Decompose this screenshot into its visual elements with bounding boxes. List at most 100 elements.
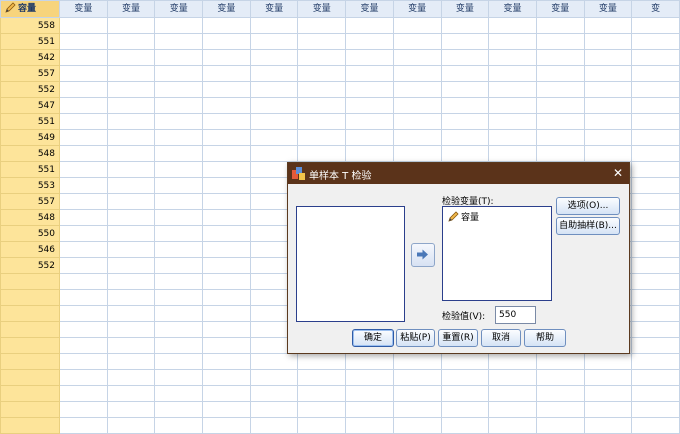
cell[interactable] xyxy=(202,337,251,354)
cell-first-column[interactable]: 549 xyxy=(0,129,60,146)
cell[interactable] xyxy=(631,129,680,146)
cell[interactable] xyxy=(154,81,204,98)
cell[interactable] xyxy=(202,209,251,226)
cell[interactable] xyxy=(583,17,633,34)
cell[interactable] xyxy=(631,49,680,66)
cell[interactable] xyxy=(249,17,299,34)
cell[interactable] xyxy=(59,65,108,82)
cell[interactable] xyxy=(59,97,108,114)
cell[interactable] xyxy=(297,33,347,50)
paste-button[interactable]: 粘贴(P) xyxy=(396,329,435,347)
cell[interactable] xyxy=(440,401,490,418)
cell[interactable] xyxy=(59,17,108,34)
cell[interactable] xyxy=(535,49,585,66)
cell[interactable] xyxy=(202,161,251,178)
cell[interactable] xyxy=(202,369,251,386)
cell[interactable] xyxy=(583,65,633,82)
cell[interactable] xyxy=(631,337,680,354)
cell[interactable] xyxy=(59,321,108,338)
cell[interactable] xyxy=(535,129,585,146)
cell-first-column[interactable]: 548 xyxy=(0,209,60,226)
cell[interactable] xyxy=(154,177,204,194)
cell[interactable] xyxy=(631,321,680,338)
cell[interactable] xyxy=(345,385,394,402)
cell[interactable] xyxy=(202,145,251,162)
cell[interactable] xyxy=(583,353,633,370)
cell[interactable] xyxy=(106,65,156,82)
cell[interactable] xyxy=(535,33,585,50)
column-header[interactable]: 变量 xyxy=(440,0,490,18)
cell[interactable] xyxy=(202,193,251,210)
cell[interactable] xyxy=(59,81,108,98)
cell[interactable] xyxy=(202,257,251,274)
cell[interactable] xyxy=(631,257,680,274)
cell[interactable] xyxy=(392,33,442,50)
cell[interactable] xyxy=(154,145,204,162)
cell[interactable] xyxy=(202,81,251,98)
cell[interactable] xyxy=(202,353,251,370)
ok-button[interactable]: 确定 xyxy=(352,329,394,347)
cell[interactable] xyxy=(154,385,204,402)
cell[interactable] xyxy=(202,289,251,306)
cell[interactable] xyxy=(106,145,156,162)
cell[interactable] xyxy=(631,113,680,130)
cell[interactable] xyxy=(535,401,585,418)
cell[interactable] xyxy=(488,369,537,386)
cell[interactable] xyxy=(488,81,537,98)
column-header[interactable]: 变量 xyxy=(249,0,299,18)
cell[interactable] xyxy=(106,353,156,370)
cell[interactable] xyxy=(202,49,251,66)
cell-first-column[interactable] xyxy=(0,369,60,386)
cell[interactable] xyxy=(631,193,680,210)
cell[interactable] xyxy=(249,113,299,130)
cell[interactable] xyxy=(59,113,108,130)
cell[interactable] xyxy=(106,241,156,258)
cell[interactable] xyxy=(106,129,156,146)
cell[interactable] xyxy=(488,113,537,130)
cell[interactable] xyxy=(154,369,204,386)
cell[interactable] xyxy=(202,401,251,418)
cell[interactable] xyxy=(488,417,537,434)
help-button[interactable]: 帮助 xyxy=(524,329,566,347)
cell[interactable] xyxy=(345,65,394,82)
cell[interactable] xyxy=(631,225,680,242)
dialog-titlebar[interactable]: 单样本 T 检验 ✕ xyxy=(288,163,629,184)
cell[interactable] xyxy=(106,113,156,130)
cell[interactable] xyxy=(440,65,490,82)
cell[interactable] xyxy=(59,161,108,178)
cell[interactable] xyxy=(106,209,156,226)
cell[interactable] xyxy=(106,161,156,178)
cell[interactable] xyxy=(106,369,156,386)
cell[interactable] xyxy=(345,401,394,418)
cell[interactable] xyxy=(249,81,299,98)
cell-first-column[interactable] xyxy=(0,353,60,370)
cell[interactable] xyxy=(59,353,108,370)
cell-first-column[interactable] xyxy=(0,417,60,434)
cell[interactable] xyxy=(59,369,108,386)
cell[interactable] xyxy=(59,209,108,226)
cell[interactable] xyxy=(583,417,633,434)
cell-first-column[interactable] xyxy=(0,305,60,322)
cell[interactable] xyxy=(154,353,204,370)
cell[interactable] xyxy=(154,241,204,258)
cancel-button[interactable]: 取消 xyxy=(481,329,521,347)
cell-first-column[interactable]: 553 xyxy=(0,177,60,194)
cell[interactable] xyxy=(488,353,537,370)
cell[interactable] xyxy=(59,289,108,306)
cell[interactable] xyxy=(440,97,490,114)
cell[interactable] xyxy=(297,17,347,34)
cell[interactable] xyxy=(440,145,490,162)
cell[interactable] xyxy=(154,417,204,434)
cell[interactable] xyxy=(583,81,633,98)
cell-first-column[interactable]: 547 xyxy=(0,97,60,114)
cell[interactable] xyxy=(106,401,156,418)
cell[interactable] xyxy=(535,81,585,98)
cell[interactable] xyxy=(154,401,204,418)
cell[interactable] xyxy=(535,145,585,162)
cell[interactable] xyxy=(202,113,251,130)
cell[interactable] xyxy=(59,337,108,354)
cell[interactable] xyxy=(535,417,585,434)
cell[interactable] xyxy=(583,49,633,66)
cell[interactable] xyxy=(297,145,347,162)
cell[interactable] xyxy=(583,369,633,386)
